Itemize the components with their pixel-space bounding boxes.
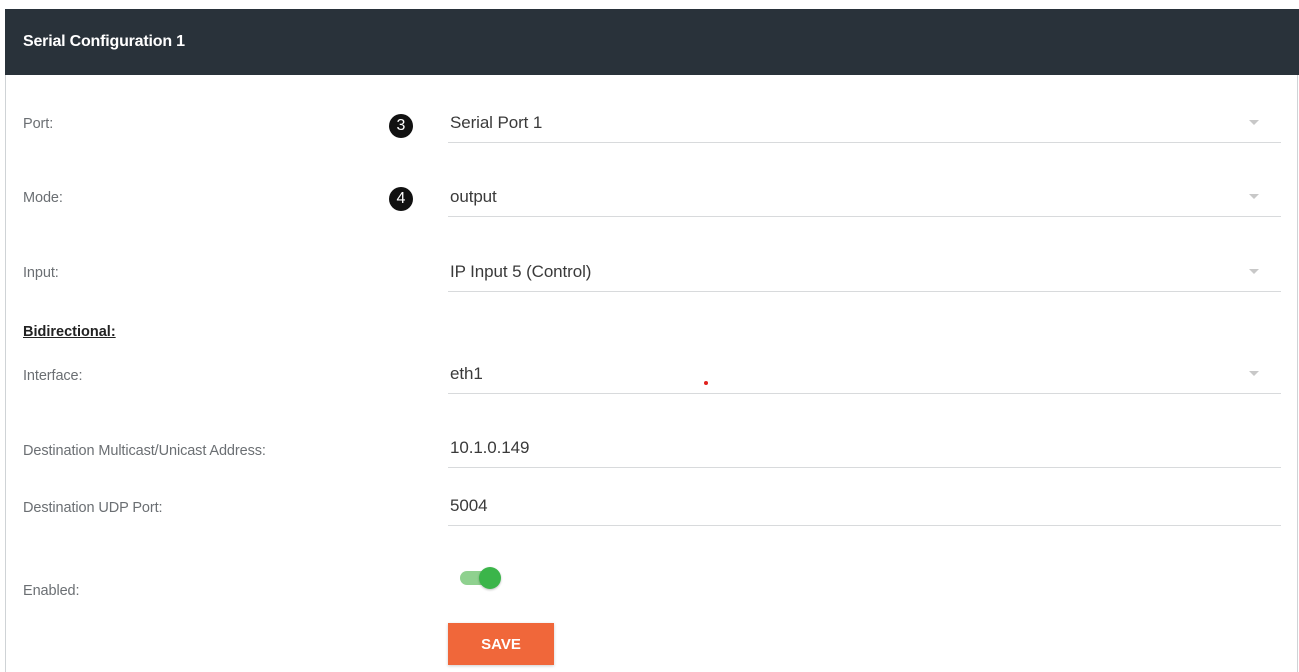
mode-label: Mode: — [23, 190, 63, 206]
interface-select[interactable]: eth1 — [448, 356, 1281, 394]
port-value: Serial Port 1 — [450, 113, 543, 132]
enabled-label: Enabled: — [23, 583, 80, 599]
port-select[interactable]: Serial Port 1 — [448, 105, 1281, 143]
dropdown-arrow-icon — [1249, 194, 1259, 199]
destination-port-value: 5004 — [450, 496, 488, 515]
callout-badge-3: 3 — [389, 114, 413, 138]
port-label: Port: — [23, 116, 54, 132]
input-select[interactable]: IP Input 5 (Control) — [448, 254, 1281, 292]
destination-address-input[interactable]: 10.1.0.149 — [448, 430, 1281, 468]
dropdown-arrow-icon — [1249, 269, 1259, 274]
destination-port-label: Destination UDP Port: — [23, 500, 163, 516]
panel-header: Serial Configuration 1 — [5, 9, 1299, 75]
interface-value: eth1 — [450, 364, 483, 383]
dropdown-arrow-icon — [1249, 120, 1259, 125]
panel-title: Serial Configuration 1 — [23, 33, 185, 50]
red-dot-marker — [704, 381, 708, 385]
destination-address-label: Destination Multicast/Unicast Address: — [23, 443, 266, 459]
save-button[interactable]: SAVE — [448, 623, 554, 665]
input-label: Input: — [23, 265, 59, 281]
dropdown-arrow-icon — [1249, 371, 1259, 376]
destination-address-value: 10.1.0.149 — [450, 438, 530, 457]
mode-select[interactable]: output — [448, 179, 1281, 217]
enabled-toggle[interactable] — [460, 566, 502, 589]
destination-port-input[interactable]: 5004 — [448, 488, 1281, 526]
bidirectional-section-heading: Bidirectional: — [23, 324, 116, 340]
toggle-thumb — [479, 567, 501, 589]
callout-badge-4: 4 — [389, 187, 413, 211]
interface-label: Interface: — [23, 368, 83, 384]
mode-value: output — [450, 187, 497, 206]
input-value: IP Input 5 (Control) — [450, 262, 592, 281]
